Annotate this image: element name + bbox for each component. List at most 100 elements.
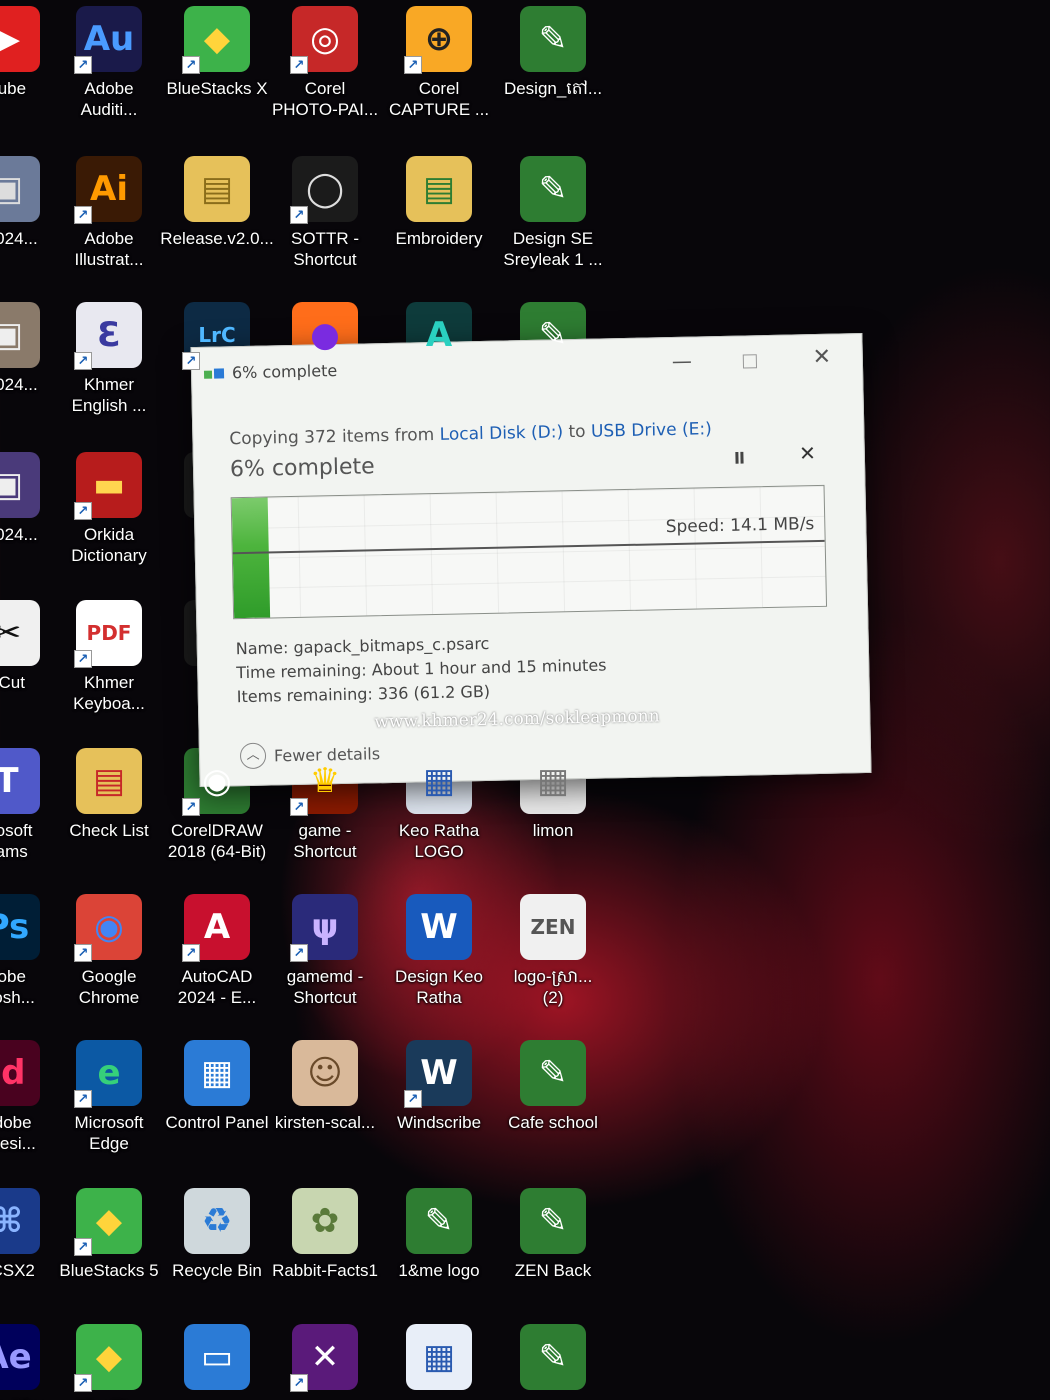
watermark: www.khmer24.com/sokleapmonn [374,706,660,733]
capcut-icon: ✂ [0,600,40,666]
desktop-icon-zen-back[interactable]: ✎ ZEN Back [496,1182,610,1330]
shortcut-arrow-icon: ↗ [290,56,308,74]
desktop-icon-label: CorelDRAW 2018 (64-Bit) [167,821,267,861]
photo-2024-a-icon: ▣ [0,156,40,222]
speed-label: Speed: 14.1 MB/s [665,514,815,538]
percent-complete-heading: 6% complete [229,454,375,483]
this-pc-icon: ▭ [184,1324,250,1390]
kirsten-icon: ☺ [292,1040,358,1106]
desktop-icon-label: Google Chrome [78,967,140,1007]
desktop-icon-windscribe[interactable]: W ↗ Windscribe [382,1034,496,1182]
logo-2-icon: ZEN [520,894,586,960]
desktop-icon-corel-capture[interactable]: ⊕ ↗ Corel CAPTURE ... [382,0,496,148]
autocad-icon: A ↗ [182,894,250,962]
copy-progress-dialog: 6% complete — ✕ Copying 372 items from L… [190,333,872,787]
design-se-icon: ✎ [520,156,586,222]
desktop-icon-label: Corel CAPTURE ... [388,79,490,119]
desktop-icon-control-panel[interactable]: ▦ Control Panel [160,1034,274,1182]
copy-icon [204,366,224,380]
shortcut-arrow-icon: ↗ [74,650,92,668]
pause-button[interactable]: II [734,449,744,468]
adobe-audition-icon: Au ↗ [74,6,142,74]
shortcut-arrow-icon: ↗ [74,502,92,520]
desktop-icon-chrome[interactable]: ◉ ↗ Google Chrome [52,888,166,1036]
release-folder-icon: ▤ [184,156,250,222]
sottr-icon: ◯ ↗ [290,156,358,224]
cancel-button[interactable]: ✕ [799,441,816,465]
desktop-icon-label: Design_តៅ... [503,79,603,98]
desktop-icon-kirsten[interactable]: ☺ kirsten-scal... [268,1034,382,1182]
adobe-illustrator-icon: Ai ↗ [74,156,142,224]
desktop-icon-release-folder[interactable]: ▤ Release.v2.0... [160,150,274,298]
desktop-icon-adobe-audition[interactable]: Au ↗ Adobe Auditi... [52,0,166,148]
desktop-icon-label: gamemd - Shortcut [286,967,364,1007]
desktop-icon-this-pc[interactable]: ▭ [160,1318,274,1400]
dialog-title: 6% complete [231,361,338,383]
shortcut-arrow-icon: ↗ [74,944,92,962]
maximize-button[interactable] [730,344,771,375]
desktop-icon-khmer-english[interactable]: Ɛ ↗ Khmer English ... [52,296,166,444]
minimize-button[interactable]: — [662,345,703,376]
one-me-logo-icon: ✎ [406,1188,472,1254]
source-link[interactable]: Local Disk (D:) [439,422,563,445]
gamemd-icon: ψ ↗ [290,894,358,962]
destination-link[interactable]: USB Drive (E:) [591,419,712,442]
close-button[interactable]: ✕ [802,342,843,373]
desktop-icon-rabbit-facts[interactable]: ✿ Rabbit-Facts1 [268,1182,382,1330]
progress-fill [231,497,270,619]
shortcut-arrow-icon: ↗ [74,56,92,74]
app-x-icon: ✕ ↗ [290,1324,358,1392]
desktop-icon-label: 1&me logo [398,1261,480,1280]
photo-2024-b-icon: ▣ [0,302,40,368]
desktop-icon-cafe-school[interactable]: ✎ Cafe school [496,1034,610,1182]
desktop-icon-label: SOTTR - Shortcut [291,229,359,269]
desktop-icon-embroidery[interactable]: ▤ Embroidery [382,150,496,298]
desktop-icon-design-keo-ratha[interactable]: W Design Keo Ratha [382,888,496,1036]
desktop-icon-app-logo[interactable]: ▦ [382,1318,496,1400]
desktop-icon-label: limon [532,821,574,840]
chrome-icon: ◉ ↗ [74,894,142,962]
desktop-icon-label: kirsten-scal... [274,1113,376,1132]
desktop-icon-bluestacks-5[interactable]: ◆ ↗ BlueStacks 5 [52,1182,166,1330]
corel-photo-paint-icon: ◎ ↗ [290,6,358,74]
desktop-icon-design-se[interactable]: ✎ Design SE Sreyleak 1 ... [496,150,610,298]
desktop-icon-bluestacks-x[interactable]: ◆ ↗ BlueStacks X [160,0,274,148]
desktop-icon-bluestacks-b[interactable]: ◆↗ BlueSt... [52,1318,166,1400]
control-panel-icon: ▦ [184,1040,250,1106]
desktop-icon-label: Design Keo Ratha [395,967,483,1007]
desktop-icon-logo-2[interactable]: ZEN logo-ស្រា... (2) [496,888,610,1036]
design-last-icon: ✎ [520,1324,586,1390]
desktop-icon-recycle-bin[interactable]: ♻ Recycle Bin [160,1182,274,1330]
desktop-icon-one-me-logo[interactable]: ✎ 1&me logo [382,1182,496,1330]
desktop-icon-label: Recycle Bin [172,1261,262,1280]
desktop-icon-label: Check List [69,821,149,840]
to-word: to [562,421,592,443]
rabbit-facts-icon: ✿ [292,1188,358,1254]
desktop-icon-label: Khmer Keyboa... [73,673,145,713]
desktop-icon-label: AutoCAD 2024 - E... [177,967,257,1007]
photoshop-icon: Ps [0,894,40,960]
corel-capture-icon: ⊕ ↗ [404,6,472,74]
desktop-icon-sottr[interactable]: ◯ ↗ SOTTR - Shortcut [268,150,382,298]
desktop-icon-label: Adobe Illustrat... [74,229,144,269]
shortcut-arrow-icon: ↗ [182,56,200,74]
desktop-icon-label: Rabbit-Facts1 [272,1261,378,1280]
desktop-icon-design-top[interactable]: ✎ Design_តៅ... [496,0,610,148]
desktop-icon-khmer-keyboard[interactable]: PDF ↗ Khmer Keyboa... [52,594,166,742]
desktop-icon-orkida[interactable]: ▬ ↗ Orkida Dictionary [52,446,166,594]
orkida-icon: ▬ ↗ [74,452,142,520]
windscribe-icon: W ↗ [404,1040,472,1108]
shortcut-arrow-icon: ↗ [74,1374,92,1392]
desktop-icon-label: Orkida Dictionary [71,525,147,565]
desktop-icon-edge[interactable]: e ↗ Microsoft Edge [52,1034,166,1182]
desktop-icon-app-x[interactable]: ✕ ↗ [268,1318,382,1400]
desktop-icon-check-list[interactable]: ▤ Check List [52,742,166,890]
desktop-icon-corel-photo-paint[interactable]: ◎ ↗ Corel PHOTO-PAI... [268,0,382,148]
design-top-icon: ✎ [520,6,586,72]
desktop-icon-gamemd[interactable]: ψ ↗ gamemd - Shortcut [268,888,382,1036]
desktop-icon-adobe-illustrator[interactable]: Ai ↗ Adobe Illustrat... [52,150,166,298]
desktop-icon-autocad[interactable]: A ↗ AutoCAD 2024 - E... [160,888,274,1036]
desktop-icon-design-last[interactable]: ✎ [496,1318,610,1400]
desktop-icon-label: BlueStacks 5 [59,1261,159,1280]
zen-back-icon: ✎ [520,1188,586,1254]
